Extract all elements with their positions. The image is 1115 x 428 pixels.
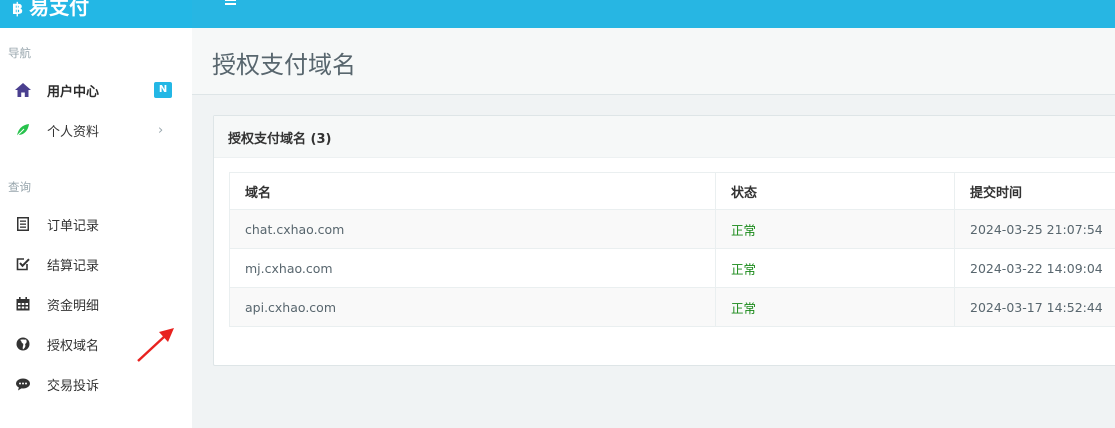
calendar-icon <box>14 295 32 313</box>
cell-status: 正常 <box>715 248 955 288</box>
menu-toggle-icon[interactable] <box>222 0 236 11</box>
sidebar: 导航 用户中心 N 个人资料 › 查询 订单记录 结算记录 资金明细 授权域名 … <box>0 28 192 428</box>
column-header-submit-time: 提交时间 <box>954 172 1115 210</box>
sidebar-item-profile[interactable]: 个人资料 › <box>0 112 192 148</box>
red-arrow-annotation <box>137 328 174 362</box>
sidebar-item-funds[interactable]: 资金明细 <box>0 286 192 322</box>
cell-domain: chat.cxhao.com <box>229 209 716 249</box>
sidebar-item-label: 用户中心 <box>47 84 100 100</box>
page-title: 授权支付域名 <box>212 51 356 79</box>
cell-status: 正常 <box>715 209 955 249</box>
bitcoin-icon: ฿ <box>12 0 24 18</box>
sidebar-item-label: 个人资料 <box>47 124 100 140</box>
sidebar-item-label: 资金明细 <box>47 298 100 314</box>
comment-icon <box>14 375 32 393</box>
home-icon <box>14 81 32 99</box>
table-row: api.cxhao.com 正常 2024-03-17 14:52:44 <box>229 287 1115 327</box>
nav-heading-nav: 导航 <box>8 46 31 60</box>
sidebar-item-label: 授权域名 <box>47 338 100 354</box>
column-header-domain: 域名 <box>229 172 716 210</box>
panel-heading: 授权支付域名 (3) <box>214 116 1115 158</box>
sidebar-item-orders[interactable]: 订单记录 <box>0 206 192 242</box>
cell-submit-time: 2024-03-17 14:52:44 <box>954 287 1115 327</box>
globe-icon <box>14 335 32 353</box>
list-icon <box>14 215 32 233</box>
chevron-right-icon: › <box>158 122 164 138</box>
cell-submit-time: 2024-03-25 21:07:54 <box>954 209 1115 249</box>
sidebar-item-user-center[interactable]: 用户中心 N <box>0 72 192 108</box>
page-header: 授权支付域名 <box>192 28 1115 95</box>
sidebar-item-settlements[interactable]: 结算记录 <box>0 246 192 282</box>
cell-submit-time: 2024-03-22 14:09:04 <box>954 248 1115 288</box>
sidebar-item-label: 订单记录 <box>47 218 100 234</box>
brand-name: 易支付 <box>29 0 90 19</box>
table-header-row: 域名 状态 提交时间 <box>229 172 1115 210</box>
domains-table: 域名 状态 提交时间 chat.cxhao.com 正常 2024-03-25 … <box>229 172 1115 327</box>
table-row: chat.cxhao.com 正常 2024-03-25 21:07:54 <box>229 209 1115 249</box>
column-header-status: 状态 <box>715 172 955 210</box>
new-badge: N <box>154 82 172 98</box>
panel-title: 授权支付域名 (3) <box>228 132 332 147</box>
brand-bar: ฿ 易支付 <box>0 0 192 28</box>
sidebar-item-label: 结算记录 <box>47 258 100 274</box>
cell-domain: mj.cxhao.com <box>229 248 716 288</box>
brand[interactable]: ฿ 易支付 <box>12 0 89 20</box>
table-row: mj.cxhao.com 正常 2024-03-22 14:09:04 <box>229 248 1115 288</box>
cell-domain: api.cxhao.com <box>229 287 716 327</box>
top-navbar <box>192 0 1115 28</box>
sidebar-item-label: 交易投诉 <box>47 378 100 394</box>
check-square-icon <box>14 255 32 273</box>
leaf-icon <box>14 121 32 139</box>
cell-status: 正常 <box>715 287 955 327</box>
sidebar-item-complaints[interactable]: 交易投诉 <box>0 366 192 402</box>
domains-panel: 授权支付域名 (3) 域名 状态 提交时间 chat.cxhao.com 正常 … <box>213 115 1115 366</box>
nav-heading-query: 查询 <box>8 180 31 194</box>
